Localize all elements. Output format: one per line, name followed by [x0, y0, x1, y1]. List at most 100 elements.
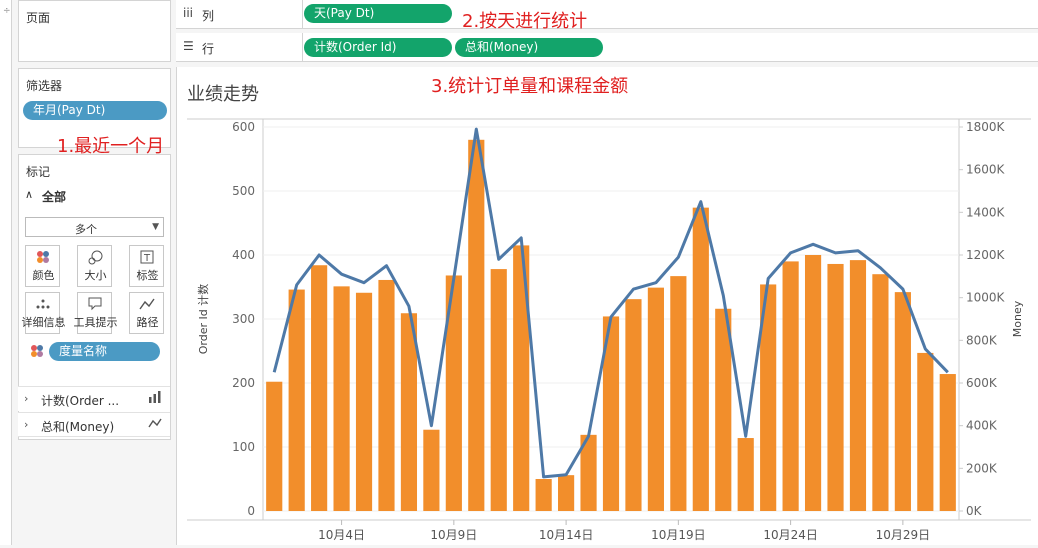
y2-tick-label: 1000K	[966, 291, 1006, 305]
bar	[490, 269, 507, 511]
y2-tick-label: 800K	[966, 333, 998, 347]
bar	[782, 261, 799, 511]
mark-label-button[interactable]: T 标签	[129, 245, 164, 287]
y2-tick-label: 400K	[966, 419, 998, 433]
x-tick-label: 10月19日	[651, 528, 706, 542]
bar	[647, 287, 664, 511]
mark-color-label: 颜色	[32, 269, 55, 282]
mark-size-button[interactable]: 大小	[77, 245, 112, 287]
bar	[288, 289, 305, 511]
bar	[670, 276, 687, 511]
y-tick-label: 300	[232, 312, 255, 326]
bar	[625, 299, 642, 511]
mark-color-button[interactable]: 颜色	[25, 245, 60, 287]
mark-size-label: 大小	[84, 269, 107, 282]
annotation-order-and-money: 3.统计订单量和课程金额	[431, 76, 629, 97]
mark-tooltip-label: 工具提示	[73, 316, 118, 329]
bar	[804, 255, 822, 511]
bar	[737, 438, 754, 511]
mark-type-dropdown[interactable]: 多个 ▼	[25, 217, 164, 237]
bar	[266, 381, 283, 511]
y-tick-label: 200	[232, 376, 255, 390]
marks-all-header[interactable]: ∧ 全部	[19, 185, 170, 209]
rows-label: 行	[202, 42, 215, 56]
y2-tick-label: 1600K	[966, 163, 1006, 177]
y2-tick-label: 0K	[966, 504, 983, 518]
bar	[558, 475, 575, 511]
y2-tick-label: 1800K	[966, 120, 1006, 134]
chart-title: 业绩走势	[187, 84, 259, 105]
columns-icon: iii	[183, 6, 194, 20]
chart-svg: 业绩走势 0 100 200 300 400 500 600 0K 200K 400K 600K 800…	[187, 84, 1031, 542]
x-tick-label: 10月29日	[876, 528, 931, 542]
bar	[535, 479, 552, 511]
y-axis-title: Order Id 计数	[197, 284, 210, 354]
y2-tick-label: 200K	[966, 461, 998, 475]
pages-title: 页面	[26, 11, 51, 25]
bar	[355, 292, 373, 511]
x-tick-label: 10月9日	[430, 528, 477, 542]
left-edge-strip: ÷	[0, 0, 12, 545]
bar	[827, 263, 844, 511]
columns-pill-day[interactable]: 天(Pay Dt)	[304, 4, 452, 23]
rows-shelf-label: ☰ 行	[176, 33, 303, 62]
color-icon	[26, 250, 59, 268]
y2-tick-label: 1200K	[966, 248, 1006, 262]
rows-pill-order-count[interactable]: 计数(Order Id)	[304, 38, 452, 57]
mark-tooltip-button[interactable]: 工具提示	[74, 292, 118, 334]
marks-card-money-label: 总和(Money)	[41, 420, 115, 434]
columns-shelf-label: iii 列	[176, 0, 303, 29]
y2-tick-label: 600K	[966, 376, 998, 390]
marks-card-money[interactable]: › 总和(Money)	[18, 412, 170, 437]
label-icon: T	[130, 250, 163, 268]
bar	[872, 274, 889, 511]
x-tick-label: 10月24日	[763, 528, 818, 542]
chart-panel[interactable]: 3.统计订单量和课程金额 业绩走势 0 100 200 300 400 500 600 0K 20…	[176, 67, 1038, 545]
y-tick-label: 500	[232, 184, 255, 198]
tooltip-icon	[78, 297, 111, 315]
marks-card-order-count[interactable]: › 计数(Order ...	[18, 386, 170, 411]
measure-names-color-icon	[30, 344, 44, 361]
svg-text:T: T	[142, 253, 150, 264]
filters-title: 筛选器	[26, 79, 63, 93]
measure-names-pill[interactable]: 度量名称	[49, 342, 160, 361]
chevron-down-icon: ▼	[152, 222, 159, 232]
chevron-right-icon: ›	[24, 392, 29, 405]
rows-shelf[interactable]: ☰ 行 计数(Order Id) 总和(Money)	[176, 33, 1038, 62]
mark-label-label: 标签	[136, 269, 159, 282]
marks-card-order-count-label: 计数(Order ...	[41, 394, 120, 408]
bar	[692, 207, 709, 511]
path-icon	[130, 297, 163, 315]
y-tick-label: 0	[247, 504, 255, 518]
mark-detail-label: 详细信息	[21, 316, 66, 329]
pages-panel[interactable]: 页面	[18, 0, 171, 62]
chevron-right-icon: ›	[24, 418, 29, 431]
y-tick-label: 100	[232, 440, 255, 454]
bar	[378, 279, 395, 511]
bar	[311, 265, 328, 511]
y2-axis-title: Money	[1011, 300, 1024, 337]
marks-all-label: 全部	[42, 190, 67, 204]
mark-type-value: 多个	[75, 223, 97, 236]
rows-pill-money[interactable]: 总和(Money)	[455, 38, 603, 57]
line-icon	[148, 417, 162, 432]
annotation-by-day: 2.按天进行统计	[462, 11, 588, 32]
marks-title: 标记	[26, 165, 51, 179]
y2-tick-label: 1400K	[966, 205, 1006, 219]
filter-pill-year-month[interactable]: 年月(Pay Dt)	[23, 101, 167, 120]
columns-shelf[interactable]: iii 列 天(Pay Dt) 2.按天进行统计	[176, 0, 1038, 32]
y-tick-label: 400	[232, 248, 255, 262]
mark-path-label: 路径	[136, 316, 159, 329]
bar	[468, 139, 485, 512]
divide-icon: ÷	[3, 6, 11, 16]
mark-detail-button[interactable]: 详细信息	[22, 292, 66, 334]
bar	[849, 260, 867, 511]
x-tick-label: 10月14日	[539, 528, 594, 542]
bar	[917, 352, 934, 511]
bar	[894, 292, 911, 511]
detail-icon	[26, 297, 59, 315]
x-tick-label: 10月4日	[318, 528, 365, 542]
mark-path-button[interactable]: 路径	[129, 292, 164, 334]
rows-icon: ☰	[183, 39, 194, 53]
bar	[423, 429, 440, 511]
